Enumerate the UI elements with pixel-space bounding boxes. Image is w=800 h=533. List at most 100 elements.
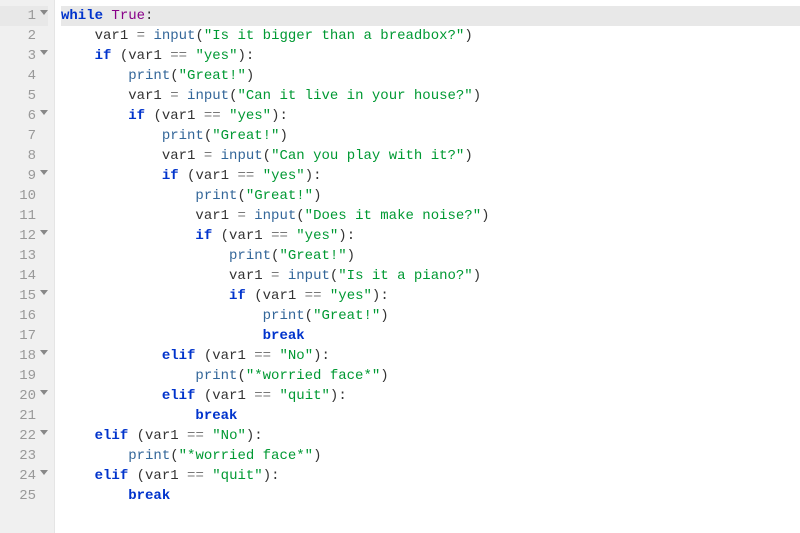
token-kw: elif: [95, 468, 129, 484]
token-op: ==: [237, 168, 254, 184]
token-punc: :: [280, 108, 288, 124]
token-op: =: [137, 28, 145, 44]
code-line[interactable]: elif (var1 == "No"):: [61, 346, 800, 366]
indent: [61, 368, 195, 384]
token-str: "*worried face*": [179, 448, 313, 464]
token-punc: (: [305, 308, 313, 324]
token-str: "quit": [279, 388, 329, 404]
token-op: ==: [254, 348, 271, 364]
token-space: [195, 348, 203, 364]
line-number-text: 7: [28, 128, 36, 144]
line-number: 16: [0, 306, 48, 326]
code-editor[interactable]: 1234567891011121314151617181920212223242…: [0, 0, 800, 533]
token-punc: (: [221, 228, 229, 244]
token-id: var1: [195, 168, 229, 184]
fold-toggle-icon[interactable]: [40, 230, 48, 235]
indent: [61, 428, 95, 444]
code-line[interactable]: if (var1 == "yes"):: [61, 166, 800, 186]
token-bi: input: [153, 28, 195, 44]
token-str: "Great!": [212, 128, 279, 144]
token-punc: ): [347, 248, 355, 264]
code-line[interactable]: print("Great!"): [61, 186, 800, 206]
indent: [61, 28, 95, 44]
token-kw: elif: [162, 388, 196, 404]
code-line[interactable]: break: [61, 326, 800, 346]
token-space: [212, 228, 220, 244]
line-number: 17: [0, 326, 48, 346]
code-line[interactable]: var1 = input("Does it make noise?"): [61, 206, 800, 226]
fold-toggle-icon[interactable]: [40, 50, 48, 55]
code-line[interactable]: break: [61, 486, 800, 506]
token-op: =: [204, 148, 212, 164]
token-kw: while: [61, 8, 103, 24]
token-punc: (: [263, 148, 271, 164]
code-line[interactable]: if (var1 == "yes"):: [61, 46, 800, 66]
indent: [61, 148, 162, 164]
code-line[interactable]: var1 = input("Is it a piano?"): [61, 266, 800, 286]
code-line[interactable]: elif (var1 == "quit"):: [61, 386, 800, 406]
line-number-text: 24: [19, 468, 36, 484]
token-punc: (: [170, 448, 178, 464]
token-space: [246, 388, 254, 404]
token-bi: print: [128, 448, 170, 464]
fold-toggle-icon[interactable]: [40, 170, 48, 175]
line-number: 6: [0, 106, 48, 126]
indent: [61, 68, 128, 84]
token-space: [221, 108, 229, 124]
token-punc: ): [380, 368, 388, 384]
fold-toggle-icon[interactable]: [40, 470, 48, 475]
fold-toggle-icon[interactable]: [40, 390, 48, 395]
token-punc: ): [473, 88, 481, 104]
token-space: [263, 268, 271, 284]
code-line[interactable]: if (var1 == "yes"):: [61, 226, 800, 246]
code-line[interactable]: elif (var1 == "quit"):: [61, 466, 800, 486]
line-number: 23: [0, 446, 48, 466]
code-line[interactable]: if (var1 == "yes"):: [61, 286, 800, 306]
code-line[interactable]: break: [61, 406, 800, 426]
code-line[interactable]: var1 = input("Is it bigger than a breadb…: [61, 26, 800, 46]
code-line[interactable]: var1 = input("Can it live in your house?…: [61, 86, 800, 106]
indent: [61, 268, 229, 284]
code-line[interactable]: print("Great!"): [61, 246, 800, 266]
token-space: [296, 288, 304, 304]
code-line[interactable]: print("Great!"): [61, 306, 800, 326]
fold-toggle-icon[interactable]: [40, 110, 48, 115]
token-bi: print: [229, 248, 271, 264]
code-line[interactable]: elif (var1 == "No"):: [61, 426, 800, 446]
token-space: [195, 388, 203, 404]
code-line[interactable]: if (var1 == "yes"):: [61, 106, 800, 126]
token-kw: if: [229, 288, 246, 304]
token-bi: input: [221, 148, 263, 164]
line-number: 5: [0, 86, 48, 106]
token-punc: :: [246, 48, 254, 64]
code-area[interactable]: while True: var1 = input("Is it bigger t…: [55, 0, 800, 533]
indent: [61, 228, 195, 244]
token-op: =: [237, 208, 245, 224]
code-line[interactable]: var1 = input("Can you play with it?"): [61, 146, 800, 166]
code-line[interactable]: print("Great!"): [61, 66, 800, 86]
line-number-text: 8: [28, 148, 36, 164]
token-punc: (: [120, 48, 128, 64]
line-number: 2: [0, 26, 48, 46]
fold-toggle-icon[interactable]: [40, 350, 48, 355]
token-bi: input: [288, 268, 330, 284]
fold-toggle-icon[interactable]: [40, 430, 48, 435]
line-number-text: 9: [28, 168, 36, 184]
token-kw: elif: [95, 428, 129, 444]
token-str: "yes": [330, 288, 372, 304]
token-id: var1: [145, 428, 179, 444]
fold-toggle-icon[interactable]: [40, 290, 48, 295]
line-number-text: 3: [28, 48, 36, 64]
indent: [61, 348, 162, 364]
fold-toggle-icon[interactable]: [40, 10, 48, 15]
line-number: 10: [0, 186, 48, 206]
code-line[interactable]: while True:: [61, 6, 800, 26]
line-number-text: 17: [19, 328, 36, 344]
line-number: 15: [0, 286, 48, 306]
indent: [61, 288, 229, 304]
code-line[interactable]: print("Great!"): [61, 126, 800, 146]
code-line[interactable]: print("*worried face*"): [61, 366, 800, 386]
code-line[interactable]: print("*worried face*"): [61, 446, 800, 466]
token-op: ==: [204, 108, 221, 124]
indent: [61, 468, 95, 484]
